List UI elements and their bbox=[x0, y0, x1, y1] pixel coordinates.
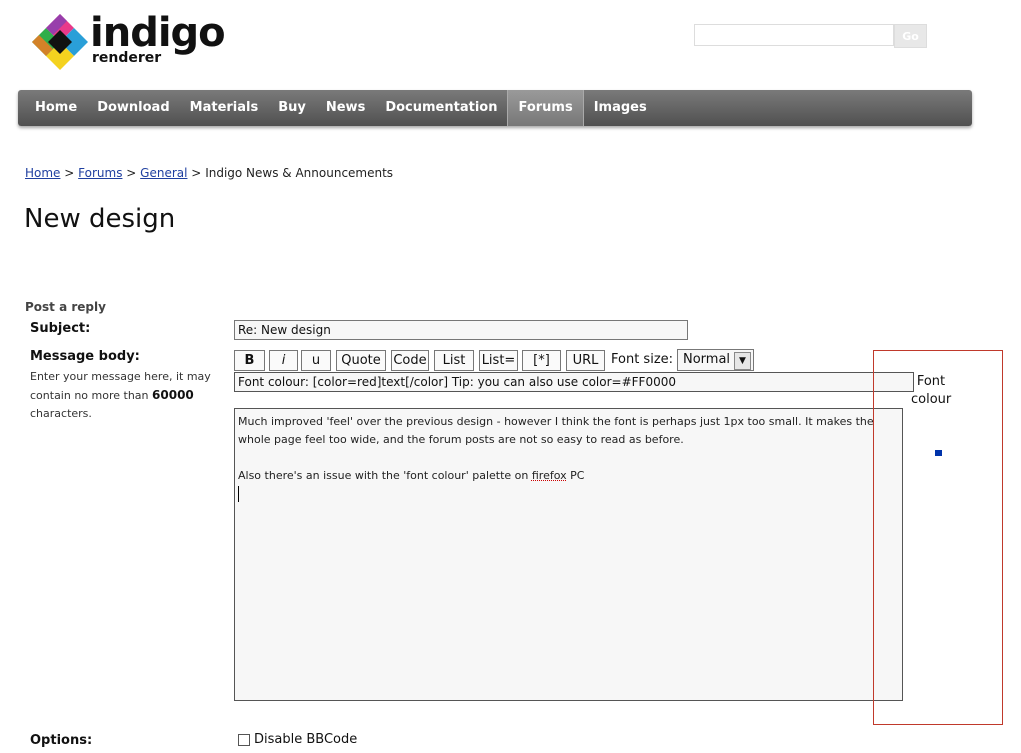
breadcrumb-general-link[interactable]: General bbox=[140, 166, 187, 180]
post-reply-heading: Post a reply bbox=[25, 300, 106, 314]
breadcrumb-forums-link[interactable]: Forums bbox=[78, 166, 122, 180]
underline-button[interactable]: u bbox=[301, 350, 331, 371]
code-button[interactable]: Code bbox=[391, 350, 429, 371]
disable-bbcode-checkbox[interactable] bbox=[238, 734, 250, 746]
subject-input[interactable] bbox=[234, 320, 688, 340]
italic-button[interactable]: i bbox=[269, 350, 298, 371]
bold-button[interactable]: B bbox=[234, 350, 265, 371]
breadcrumb-separator: > bbox=[191, 166, 202, 180]
message-help-limit: 60000 bbox=[152, 388, 194, 402]
disable-bbcode-label[interactable]: Disable BBCode bbox=[254, 732, 357, 747]
font-colour-label: Font colour bbox=[911, 374, 952, 407]
message-line: Also there's an issue with the 'font col… bbox=[238, 469, 585, 482]
page-title: New design bbox=[24, 204, 176, 234]
breadcrumb-current: Indigo News & Announcements bbox=[205, 166, 394, 180]
search-button[interactable]: Go bbox=[894, 24, 927, 48]
misspelled-word: firefox bbox=[531, 469, 567, 482]
message-line bbox=[238, 449, 899, 467]
subject-label: Subject: bbox=[30, 321, 91, 336]
list-item-button[interactable]: [*] bbox=[522, 350, 561, 371]
logo-diamond-icon bbox=[32, 14, 88, 70]
nav-item-images[interactable]: Images bbox=[584, 90, 657, 126]
main-navbar: Home Download Materials Buy News Documen… bbox=[18, 90, 972, 126]
chevron-down-icon[interactable]: ▼ bbox=[734, 352, 751, 370]
message-body-label: Message body: bbox=[30, 349, 140, 364]
breadcrumb-home-link[interactable]: Home bbox=[25, 166, 60, 180]
nav-item-documentation[interactable]: Documentation bbox=[375, 90, 507, 126]
options-label: Options: bbox=[30, 733, 93, 748]
nav-item-news[interactable]: News bbox=[316, 90, 375, 126]
search-input[interactable] bbox=[694, 24, 894, 46]
quote-button[interactable]: Quote bbox=[336, 350, 386, 371]
ordered-list-button[interactable]: List= bbox=[479, 350, 518, 371]
font-size-label: Font size: bbox=[611, 352, 674, 367]
list-button[interactable]: List bbox=[434, 350, 474, 371]
message-line: Much improved 'feel' over the previous d… bbox=[238, 415, 878, 446]
nav-item-buy[interactable]: Buy bbox=[268, 90, 316, 126]
nav-item-materials[interactable]: Materials bbox=[180, 90, 269, 126]
url-button[interactable]: URL bbox=[566, 350, 605, 371]
colour-swatch[interactable] bbox=[935, 450, 942, 456]
logo-subtitle: renderer bbox=[92, 50, 162, 66]
message-help-post: characters. bbox=[30, 407, 92, 420]
text-caret bbox=[238, 485, 899, 503]
font-size-value: Normal bbox=[683, 352, 731, 367]
breadcrumb-separator: > bbox=[64, 166, 75, 180]
nav-item-forums[interactable]: Forums bbox=[507, 90, 584, 126]
logo[interactable]: indigo renderer bbox=[30, 10, 230, 72]
nav-item-download[interactable]: Download bbox=[87, 90, 179, 126]
breadcrumb: Home > Forums > General > Indigo News & … bbox=[25, 166, 393, 180]
message-textarea[interactable]: Much improved 'feel' over the previous d… bbox=[234, 408, 903, 701]
breadcrumb-separator: > bbox=[126, 166, 137, 180]
nav-item-home[interactable]: Home bbox=[18, 90, 87, 126]
bbcode-help-line: Font colour: [color=red]text[/color] Tip… bbox=[234, 372, 914, 392]
font-size-select[interactable]: Normal ▼ bbox=[677, 349, 754, 371]
message-help-text: Enter your message here, it may contain … bbox=[30, 368, 225, 423]
